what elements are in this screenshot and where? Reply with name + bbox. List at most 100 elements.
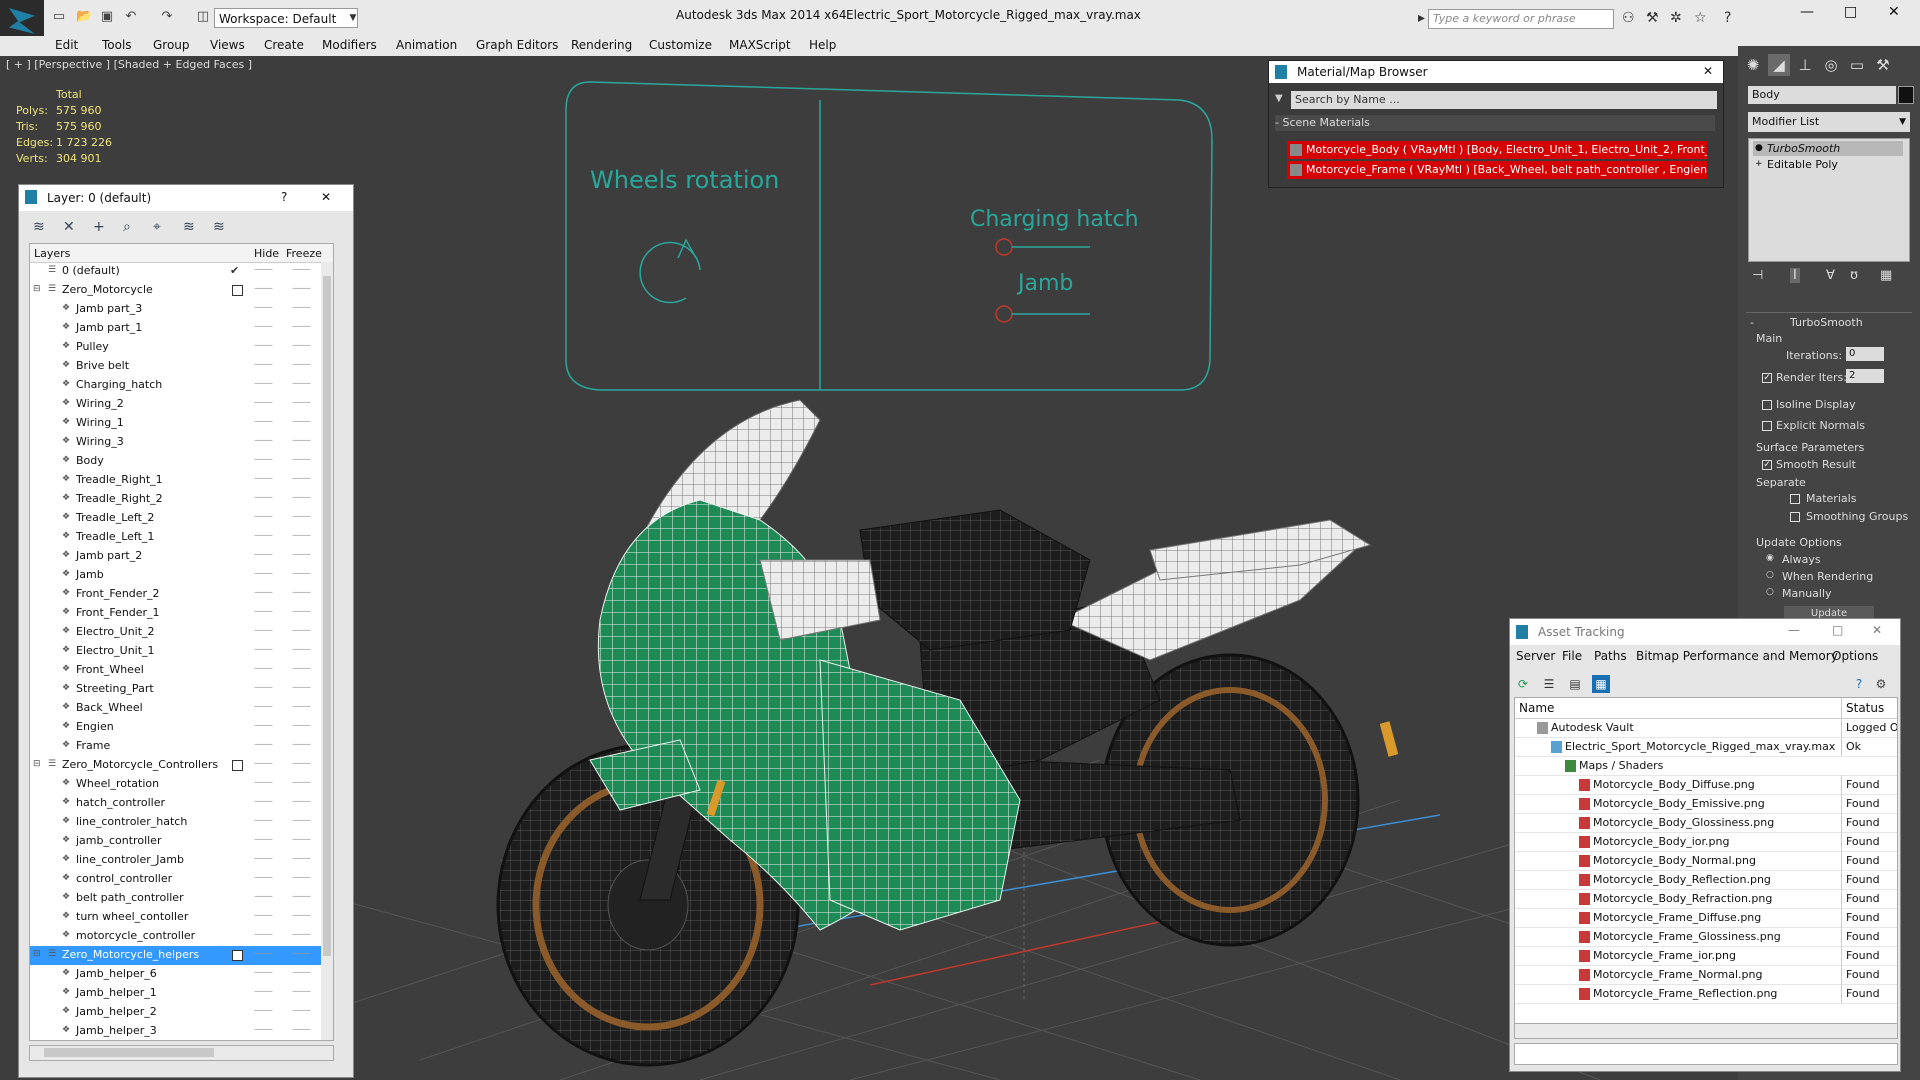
asset-close-icon[interactable]: ✕ bbox=[1872, 623, 1882, 637]
hide-all-icon[interactable]: ≋ bbox=[183, 219, 195, 235]
layer-row[interactable]: ❖ Front_Fender_1 —— —— bbox=[30, 604, 333, 623]
hide-toggle[interactable]: —— bbox=[254, 815, 273, 826]
freeze-toggle[interactable]: —— bbox=[292, 986, 311, 997]
hide-toggle[interactable]: —— bbox=[254, 663, 273, 674]
always-radio[interactable]: ◉ bbox=[1766, 553, 1774, 563]
chevron-down-icon[interactable]: ▼ bbox=[346, 8, 360, 28]
hide-toggle[interactable]: —— bbox=[254, 492, 273, 503]
object-name-field[interactable]: Body bbox=[1748, 86, 1896, 104]
layer-row[interactable]: ❖ Wiring_1 —— —— bbox=[30, 414, 333, 433]
hide-toggle[interactable]: —— bbox=[254, 872, 273, 883]
layer-row[interactable]: ❖ line_controler_hatch —— —— bbox=[30, 813, 333, 832]
freeze-toggle[interactable]: —— bbox=[292, 549, 311, 560]
col-name[interactable]: Name bbox=[1519, 698, 1554, 718]
undo-icon[interactable]: ↶ bbox=[124, 10, 138, 24]
material-row-frame[interactable]: Motorcycle_Frame ( VRayMtl ) [Back_Wheel… bbox=[1287, 161, 1707, 179]
material-browser-close-icon[interactable]: ✕ bbox=[1703, 64, 1713, 78]
menu-maxscript[interactable]: MAXScript bbox=[729, 38, 791, 52]
material-browser-title-bar[interactable]: Material/Map Browser ✕ bbox=[1269, 61, 1723, 83]
layer-hscrollbar[interactable] bbox=[29, 1045, 334, 1061]
layer-row[interactable]: ❖ Jamb part_2 —— —— bbox=[30, 547, 333, 566]
save-file-icon[interactable]: ▣ bbox=[100, 10, 114, 24]
freeze-toggle[interactable]: —— bbox=[292, 511, 311, 522]
asset-settings-icon[interactable]: ⚙ bbox=[1872, 675, 1890, 693]
current-layer-check-icon[interactable]: ✔ bbox=[230, 264, 239, 277]
hide-toggle[interactable]: —— bbox=[254, 758, 273, 769]
stack-item-editable-poly[interactable]: + Editable Poly bbox=[1753, 157, 1903, 172]
hide-toggle[interactable]: —— bbox=[254, 986, 273, 997]
binoculars-icon[interactable]: ⚇ bbox=[1622, 10, 1635, 26]
hide-toggle[interactable]: —— bbox=[254, 530, 273, 541]
manually-radio[interactable]: ○ bbox=[1766, 587, 1774, 597]
menu-modifiers[interactable]: Modifiers bbox=[322, 38, 377, 52]
hide-toggle[interactable]: —— bbox=[254, 416, 273, 427]
freeze-toggle[interactable]: —— bbox=[292, 302, 311, 313]
asset-row[interactable]: Motorcycle_Frame_Diffuse.png Found bbox=[1515, 908, 1897, 928]
layer-row[interactable]: ⊟ ☰ Zero_Motorcycle_Controllers —— —— bbox=[30, 756, 333, 775]
hide-toggle[interactable]: —— bbox=[254, 1024, 273, 1035]
configure-sets-icon[interactable]: ▦ bbox=[1880, 268, 1892, 283]
layer-row[interactable]: ❖ Wiring_3 —— —— bbox=[30, 433, 333, 452]
hide-toggle[interactable]: —— bbox=[254, 264, 273, 275]
layer-row[interactable]: ❖ Body —— —— bbox=[30, 452, 333, 471]
asset-menu-options[interactable]: Options bbox=[1832, 649, 1878, 663]
minimize-window-button[interactable]: — bbox=[1800, 4, 1814, 20]
layer-row[interactable]: ❖ Treadle_Left_2 —— —— bbox=[30, 509, 333, 528]
col-status[interactable]: Status bbox=[1841, 698, 1884, 718]
hide-toggle[interactable]: —— bbox=[254, 910, 273, 921]
menu-edit[interactable]: Edit bbox=[55, 38, 78, 52]
hide-toggle[interactable]: —— bbox=[254, 796, 273, 807]
expand-plus-icon[interactable]: + bbox=[1755, 157, 1763, 172]
table-view-icon[interactable]: ▤ bbox=[1566, 675, 1584, 693]
smooth-result-checkbox[interactable]: ✓ bbox=[1762, 460, 1772, 470]
menu-group[interactable]: Group bbox=[153, 38, 190, 52]
asset-row[interactable]: Motorcycle_Body_Glossiness.png Found bbox=[1515, 813, 1897, 833]
freeze-toggle[interactable]: —— bbox=[292, 606, 311, 617]
freeze-toggle[interactable]: —— bbox=[292, 587, 311, 598]
hide-toggle[interactable]: —— bbox=[254, 967, 273, 978]
hide-toggle[interactable]: —— bbox=[254, 473, 273, 484]
freeze-toggle[interactable]: —— bbox=[292, 568, 311, 579]
layer-row[interactable]: ❖ Frame —— —— bbox=[30, 737, 333, 756]
hide-toggle[interactable]: —— bbox=[254, 739, 273, 750]
freeze-toggle[interactable]: —— bbox=[292, 967, 311, 978]
select-objects-icon[interactable]: ⌕ bbox=[123, 219, 131, 235]
asset-row[interactable]: Motorcycle_Frame_Reflection.png Found bbox=[1515, 984, 1897, 1004]
hide-toggle[interactable]: —— bbox=[254, 929, 273, 940]
smoothing-groups-checkbox[interactable] bbox=[1790, 512, 1800, 522]
asset-row[interactable]: Motorcycle_Body_Reflection.png Found bbox=[1515, 870, 1897, 890]
layer-row[interactable]: ❖ jamb_controller —— —— bbox=[30, 832, 333, 851]
hide-toggle[interactable]: —— bbox=[254, 587, 273, 598]
highlight-layer-icon[interactable]: ⌖ bbox=[153, 219, 161, 235]
layer-row[interactable]: ❖ Treadle_Right_1 —— —— bbox=[30, 471, 333, 490]
freeze-toggle[interactable]: —— bbox=[292, 853, 311, 864]
collapse-icon[interactable]: ⊟ bbox=[33, 759, 41, 769]
layer-row[interactable]: ☰ 0 (default) ✔ —— —— bbox=[30, 262, 333, 281]
layer-row[interactable]: ❖ Treadle_Left_1 —— —— bbox=[30, 528, 333, 547]
col-layers[interactable]: Layers bbox=[34, 247, 70, 260]
layer-row[interactable]: ❖ Back_Wheel —— —— bbox=[30, 699, 333, 718]
layer-scrollbar[interactable] bbox=[321, 262, 333, 1040]
collapse-icon[interactable]: ⊟ bbox=[33, 949, 41, 959]
grid-view-icon[interactable]: ▦ bbox=[1592, 675, 1610, 693]
layer-row[interactable]: ❖ Charging_hatch —— —— bbox=[30, 376, 333, 395]
freeze-toggle[interactable]: —— bbox=[292, 739, 311, 750]
freeze-toggle[interactable]: —— bbox=[292, 701, 311, 712]
layer-row[interactable]: ❖ Brive belt —— —— bbox=[30, 357, 333, 376]
display-tab-icon[interactable]: ▭ bbox=[1846, 54, 1868, 76]
render-iters-checkbox[interactable]: ✓ bbox=[1762, 373, 1772, 383]
asset-row[interactable]: Motorcycle_Body_Diffuse.png Found bbox=[1515, 775, 1897, 795]
isoline-checkbox[interactable] bbox=[1762, 400, 1772, 410]
asset-help-icon[interactable]: ? bbox=[1850, 675, 1868, 693]
viewport-label[interactable]: [ + ] [Perspective ] [Shaded + Edged Fac… bbox=[6, 58, 252, 71]
hide-toggle[interactable]: —— bbox=[254, 1005, 273, 1016]
freeze-toggle[interactable]: —— bbox=[292, 910, 311, 921]
freeze-toggle[interactable]: —— bbox=[292, 321, 311, 332]
close-window-button[interactable]: ✕ bbox=[1888, 4, 1900, 20]
asset-path-field[interactable] bbox=[1514, 1043, 1898, 1065]
asset-row[interactable]: Motorcycle_Body_Normal.png Found bbox=[1515, 851, 1897, 871]
freeze-toggle[interactable]: —— bbox=[292, 777, 311, 788]
create-tab-icon[interactable]: ✺ bbox=[1742, 54, 1764, 76]
layer-row[interactable]: ❖ hatch_controller —— —— bbox=[30, 794, 333, 813]
layer-row[interactable]: ❖ Jamb part_1 —— —— bbox=[30, 319, 333, 338]
